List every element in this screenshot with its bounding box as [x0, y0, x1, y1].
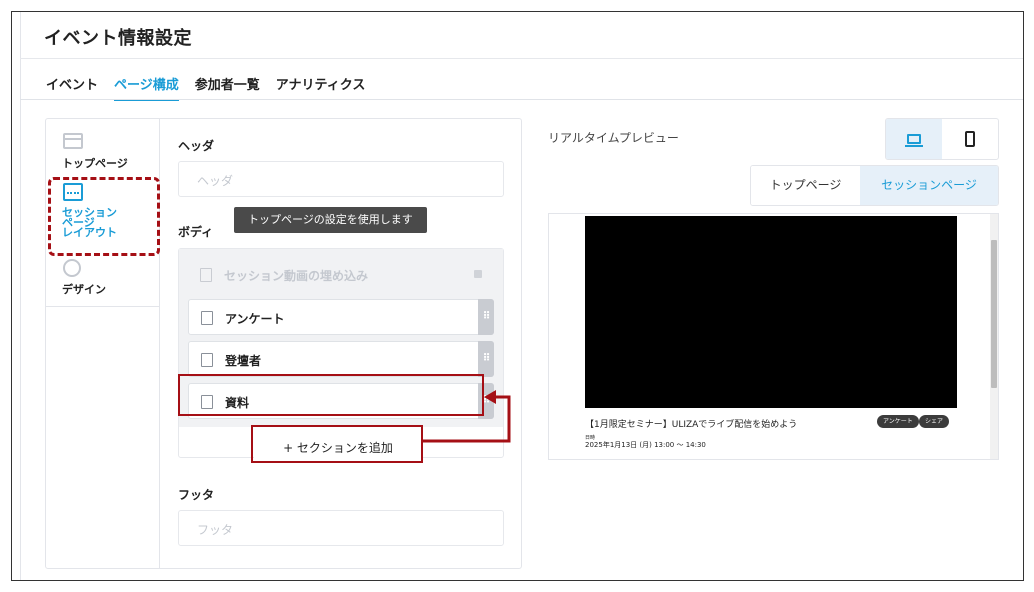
preview-video-title: 【1月限定セミナー】ULIZAでライブ配信を始めよう	[585, 420, 798, 430]
inherit-tooltip: トップページの設定を使用します	[234, 207, 427, 233]
row-label: 資料	[225, 396, 250, 410]
app-window: イベント情報設定 イベント ページ構成 参加者一覧 アナリティクス トップページ…	[11, 11, 1024, 581]
sidebar-item-label: トップページ	[62, 157, 128, 170]
speaker-icon	[201, 353, 213, 367]
row-label: 登壇者	[225, 354, 262, 368]
drag-handle-icon[interactable]: ⠿	[478, 299, 494, 335]
footer-placeholder-box[interactable]: フッタ	[178, 510, 504, 546]
footer-section-label: フッタ	[178, 488, 215, 502]
row-survey[interactable]: アンケート ⠿	[188, 299, 494, 335]
preview-scrollbar[interactable]	[990, 214, 998, 459]
device-toggle	[885, 118, 999, 160]
sidebar-item-label: セッション ページ レイアウト	[62, 207, 142, 239]
tab-page-structure[interactable]: ページ構成	[114, 74, 179, 101]
settings-sidebar: トップページ セッション ページ レイアウト デザイン	[46, 119, 160, 568]
drag-handle-icon[interactable]: ⠿	[478, 341, 494, 377]
left-gutter-line	[20, 12, 21, 580]
tabs-divider	[20, 99, 1023, 100]
preview-top-page-button[interactable]: トップページ	[751, 166, 861, 205]
section-editor: ヘッダ ヘッダ ボディ トップページの設定を使用します セッション動画の埋め込み…	[160, 119, 521, 568]
preview-label: リアルタイムプレビュー	[548, 131, 679, 145]
mobile-view-button[interactable]	[942, 119, 998, 159]
preview-page-toggle: トップページ セッションページ	[750, 165, 999, 206]
document-icon	[201, 395, 213, 409]
row-label: アンケート	[225, 312, 285, 326]
add-section-button[interactable]: + セクションを追加	[254, 430, 422, 466]
page-structure-panel: トップページ セッション ページ レイアウト デザイン ヘッダ ヘッダ ボディ …	[45, 118, 522, 569]
realtime-preview: 【1月限定セミナー】ULIZAでライブ配信を始めよう アンケート シェア 日時 …	[548, 213, 999, 460]
preview-session-page-button[interactable]: セッションページ	[860, 166, 998, 205]
share-pill[interactable]: シェア	[919, 415, 950, 428]
survey-icon	[201, 311, 213, 325]
lock-icon	[474, 270, 482, 278]
tab-bar: イベント ページ構成 参加者一覧 アナリティクス	[46, 74, 365, 101]
row-label: セッション動画の埋め込み	[224, 269, 369, 283]
header-divider	[20, 58, 1023, 59]
palette-icon	[63, 259, 81, 277]
scrollbar-thumb[interactable]	[991, 240, 997, 388]
video-player[interactable]	[585, 216, 957, 408]
sidebar-item-session-layout[interactable]: セッション ページ レイアウト	[46, 181, 160, 253]
survey-pill[interactable]: アンケート	[877, 415, 919, 428]
label-line: レイアウト	[62, 226, 117, 239]
body-section-list: セッション動画の埋め込み アンケート ⠿ 登壇者 ⠿ 資料 ⠿ + セクションを…	[178, 248, 504, 466]
sidebar-item-label: デザイン	[62, 283, 106, 296]
desktop-view-button[interactable]	[886, 119, 942, 159]
laptop-icon	[905, 134, 923, 147]
body-section-label: ボディ	[178, 225, 214, 239]
tab-participants[interactable]: 参加者一覧	[195, 74, 260, 101]
drag-handle-icon[interactable]: ⠿	[478, 383, 494, 419]
sidebar-item-design[interactable]: デザイン	[46, 259, 160, 307]
tab-event[interactable]: イベント	[46, 74, 98, 101]
tab-analytics[interactable]: アナリティクス	[276, 74, 366, 101]
smartphone-icon	[965, 131, 975, 147]
header-section-label: ヘッダ	[178, 139, 215, 153]
session-layout-icon	[63, 183, 83, 201]
preview-date: 2025年1月13日 (月) 13:00 ～ 14:30	[585, 441, 706, 449]
row-session-video: セッション動画の埋め込み	[188, 257, 494, 293]
page-title: イベント情報設定	[44, 28, 192, 49]
video-embed-icon	[200, 268, 212, 282]
header-placeholder-box[interactable]: ヘッダ	[178, 161, 504, 197]
sidebar-item-top-page[interactable]: トップページ	[46, 129, 160, 179]
layout-icon	[63, 133, 83, 149]
row-materials[interactable]: 資料 ⠿	[188, 383, 494, 419]
row-speakers[interactable]: 登壇者 ⠿	[188, 341, 494, 377]
